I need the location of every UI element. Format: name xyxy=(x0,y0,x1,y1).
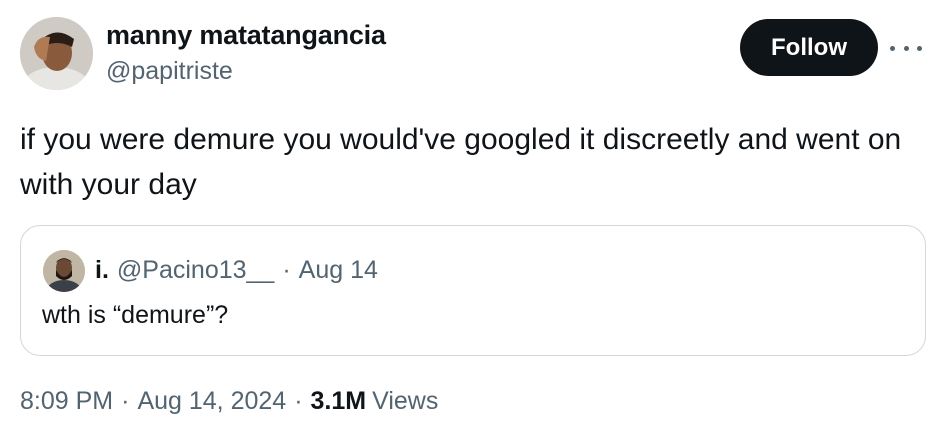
separator-dot: · xyxy=(282,256,291,284)
author-avatar-image xyxy=(20,17,93,90)
tweet-card: manny matatangancia @papitriste Follow i… xyxy=(0,0,938,432)
separator-dot: · xyxy=(294,387,303,415)
follow-button[interactable]: Follow xyxy=(740,19,878,76)
separator-dot: · xyxy=(121,387,130,415)
tweet-time[interactable]: 8:09 PM xyxy=(20,387,113,416)
views-count: 3.1M xyxy=(310,387,367,415)
dot xyxy=(890,45,895,51)
quoted-date: Aug 14 xyxy=(298,256,378,284)
quoted-text: wth is “demure”? xyxy=(42,301,229,329)
author-handle[interactable]: @papitriste xyxy=(106,57,233,86)
tweet-meta: 8:09 PM · Aug 14, 2024 · 3.1M Views xyxy=(20,387,438,416)
dot xyxy=(917,45,922,51)
quoted-author-handle: @Pacino13__ xyxy=(116,256,275,284)
quoted-header: i. @Pacino13__ · Aug 14 xyxy=(95,256,378,285)
dot xyxy=(903,45,909,51)
views-label: Views xyxy=(372,387,439,415)
author-avatar[interactable] xyxy=(20,17,93,90)
tweet-text: if you were demure you would've googled … xyxy=(20,123,902,201)
more-options-icon[interactable] xyxy=(890,34,922,62)
quoted-tweet[interactable]: i. @Pacino13__ · Aug 14 wth is “demure”? xyxy=(20,225,926,356)
quoted-author-name: i. xyxy=(95,256,109,284)
tweet-date[interactable]: Aug 14, 2024 xyxy=(137,387,286,416)
quoted-avatar-image xyxy=(43,250,85,292)
author-display-name[interactable]: manny matatangancia xyxy=(106,20,386,51)
quoted-avatar xyxy=(43,250,85,292)
